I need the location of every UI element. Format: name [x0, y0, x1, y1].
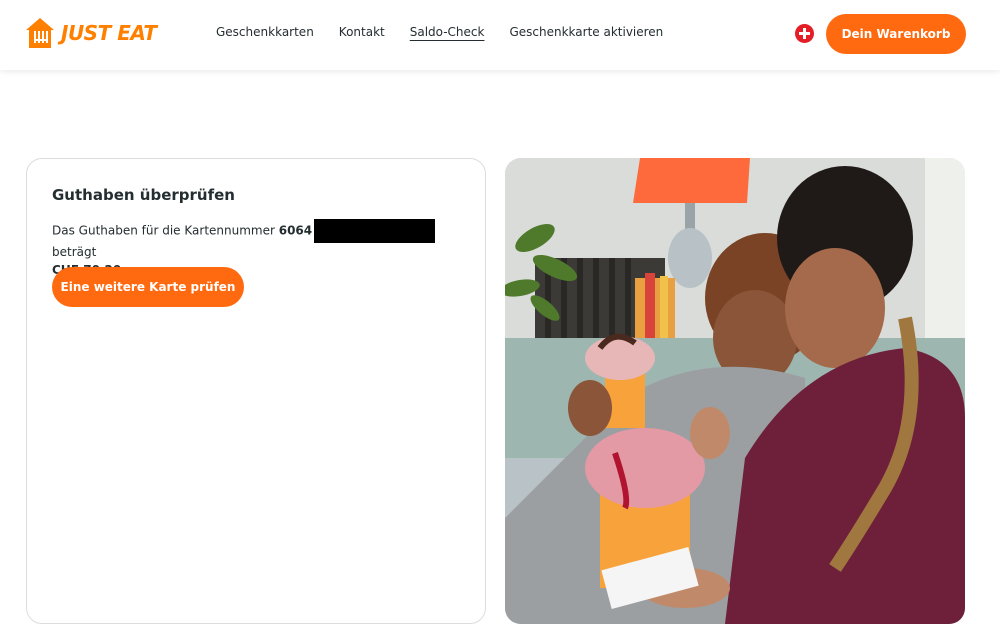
- house-logo-icon: [26, 18, 54, 48]
- swiss-flag-icon[interactable]: [795, 24, 814, 43]
- site-header: JUST EAT Geschenkkarten Kontakt Saldo-Ch…: [0, 0, 1000, 70]
- main-nav: Geschenkkarten Kontakt Saldo-Check Gesch…: [216, 25, 663, 39]
- nav-geschenkkarten[interactable]: Geschenkkarten: [216, 25, 314, 39]
- balance-title: Guthaben überprüfen: [52, 186, 235, 204]
- nav-kontakt[interactable]: Kontakt: [339, 25, 385, 39]
- nav-geschenkkarte-aktivieren[interactable]: Geschenkkarte aktivieren: [509, 25, 663, 39]
- card-number-prefix: 6064: [278, 223, 313, 238]
- just-eat-logo[interactable]: JUST EAT: [25, 17, 157, 49]
- hero-photo-illustration: [505, 158, 965, 624]
- balance-text-before: Das Guthaben für die Kartennummer: [52, 223, 279, 238]
- hero-photo: [505, 158, 965, 624]
- nav-saldo-check[interactable]: Saldo-Check: [410, 25, 485, 39]
- check-another-card-button[interactable]: Eine weitere Karte prüfen: [52, 267, 244, 307]
- logo-text: JUST EAT: [61, 21, 157, 45]
- cart-button[interactable]: Dein Warenkorb: [826, 14, 966, 54]
- balance-text-after: beträgt: [52, 245, 97, 259]
- redacted-card-number: [314, 219, 436, 243]
- balance-card: Guthaben überprüfen Das Guthaben für die…: [26, 158, 486, 624]
